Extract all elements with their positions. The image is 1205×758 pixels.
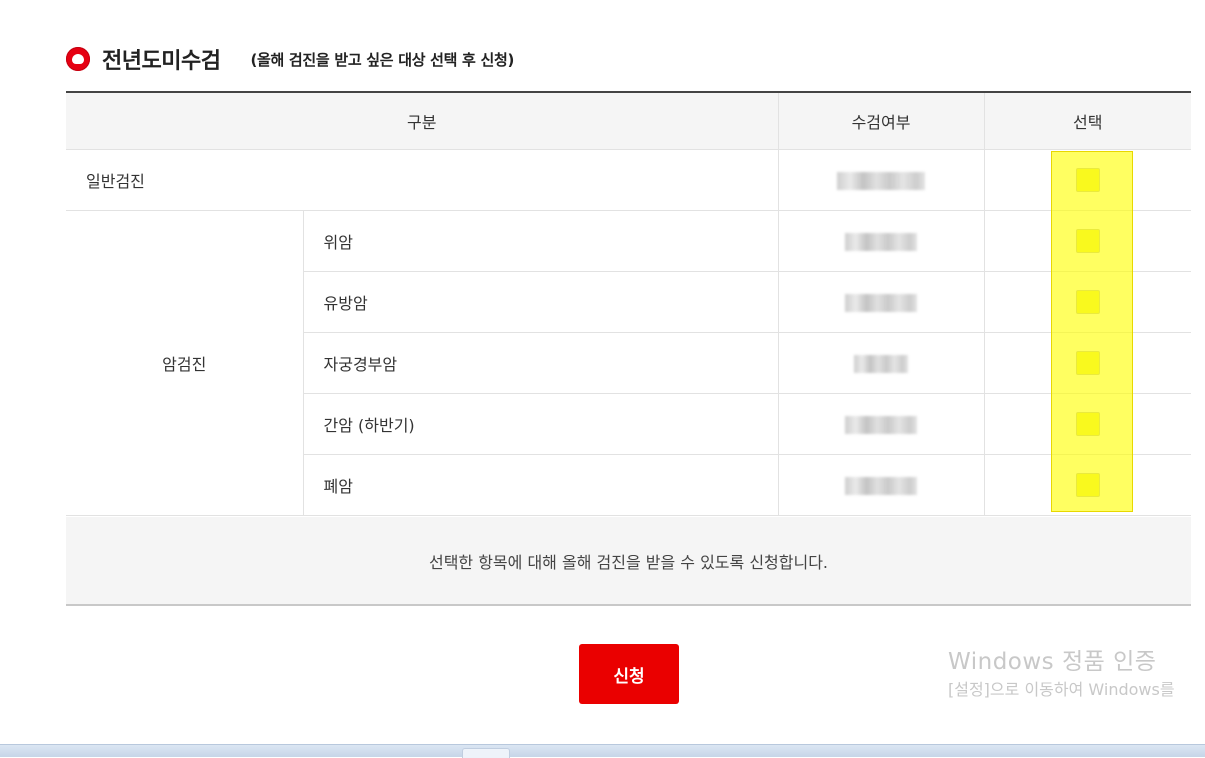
blurred-status [845, 293, 918, 312]
checkbox-stomach[interactable] [1075, 229, 1100, 253]
row-label-lung: 폐암 [303, 454, 779, 516]
header-status: 수검여부 [777, 91, 985, 150]
section-header: 전년도미수검 (올해 검진을 받고 싶은 대상 선택 후 신청) [66, 44, 514, 74]
select-cell [983, 149, 1192, 211]
group-label-cancer: 암검진 [66, 210, 304, 516]
blurred-status [845, 415, 918, 434]
status-cell [777, 149, 985, 211]
blurred-status [845, 476, 918, 495]
select-cell [983, 332, 1192, 394]
select-cell [983, 271, 1192, 333]
table-row: 일반검진 [66, 149, 1192, 211]
section-subtitle: (올해 검진을 받고 싶은 대상 선택 후 신청) [250, 50, 515, 69]
table-row: 암검진 위암 [66, 210, 1192, 516]
checkbox-general[interactable] [1075, 168, 1100, 192]
blurred-status [837, 171, 926, 190]
select-cell [983, 393, 1192, 455]
blurred-status [845, 232, 918, 251]
select-cell [983, 454, 1192, 516]
checkbox-lung[interactable] [1075, 473, 1100, 497]
header-select: 선택 [983, 91, 1192, 150]
status-cell [777, 454, 985, 516]
select-cell [983, 210, 1192, 272]
row-label-liver: 간암 (하반기) [303, 393, 779, 455]
heart-icon [66, 47, 90, 71]
blurred-status [854, 354, 909, 373]
row-label-general: 일반검진 [66, 149, 779, 211]
checkbox-liver[interactable] [1075, 412, 1100, 436]
taskbar [0, 744, 1205, 758]
apply-button[interactable]: 신청 [579, 644, 679, 704]
status-cell [777, 393, 985, 455]
notice-text: 선택한 항목에 대해 올해 검진을 받을 수 있도록 신청합니다. [66, 517, 1191, 606]
row-label-breast: 유방암 [303, 271, 779, 333]
row-label-cervical: 자궁경부암 [303, 332, 779, 394]
header-category: 구분 [66, 91, 779, 150]
checkbox-cervical[interactable] [1075, 351, 1100, 375]
taskbar-item[interactable] [462, 748, 510, 758]
checkbox-breast[interactable] [1075, 290, 1100, 314]
table-header-row: 구분 수검여부 선택 [66, 91, 1192, 150]
status-cell [777, 332, 985, 394]
status-cell [777, 210, 985, 272]
activation-watermark-title: Windows 정품 인증 [948, 649, 1157, 675]
activation-watermark-hint: [설정]으로 이동하여 Windows를 [948, 680, 1175, 699]
checkup-table: 구분 수검여부 선택 일반검진 암검진 위암 유방암 자궁경부암 간암 (하반기… [66, 91, 1192, 516]
status-cell [777, 271, 985, 333]
row-label-stomach: 위암 [302, 210, 779, 272]
section-title: 전년도미수검 [102, 49, 221, 74]
